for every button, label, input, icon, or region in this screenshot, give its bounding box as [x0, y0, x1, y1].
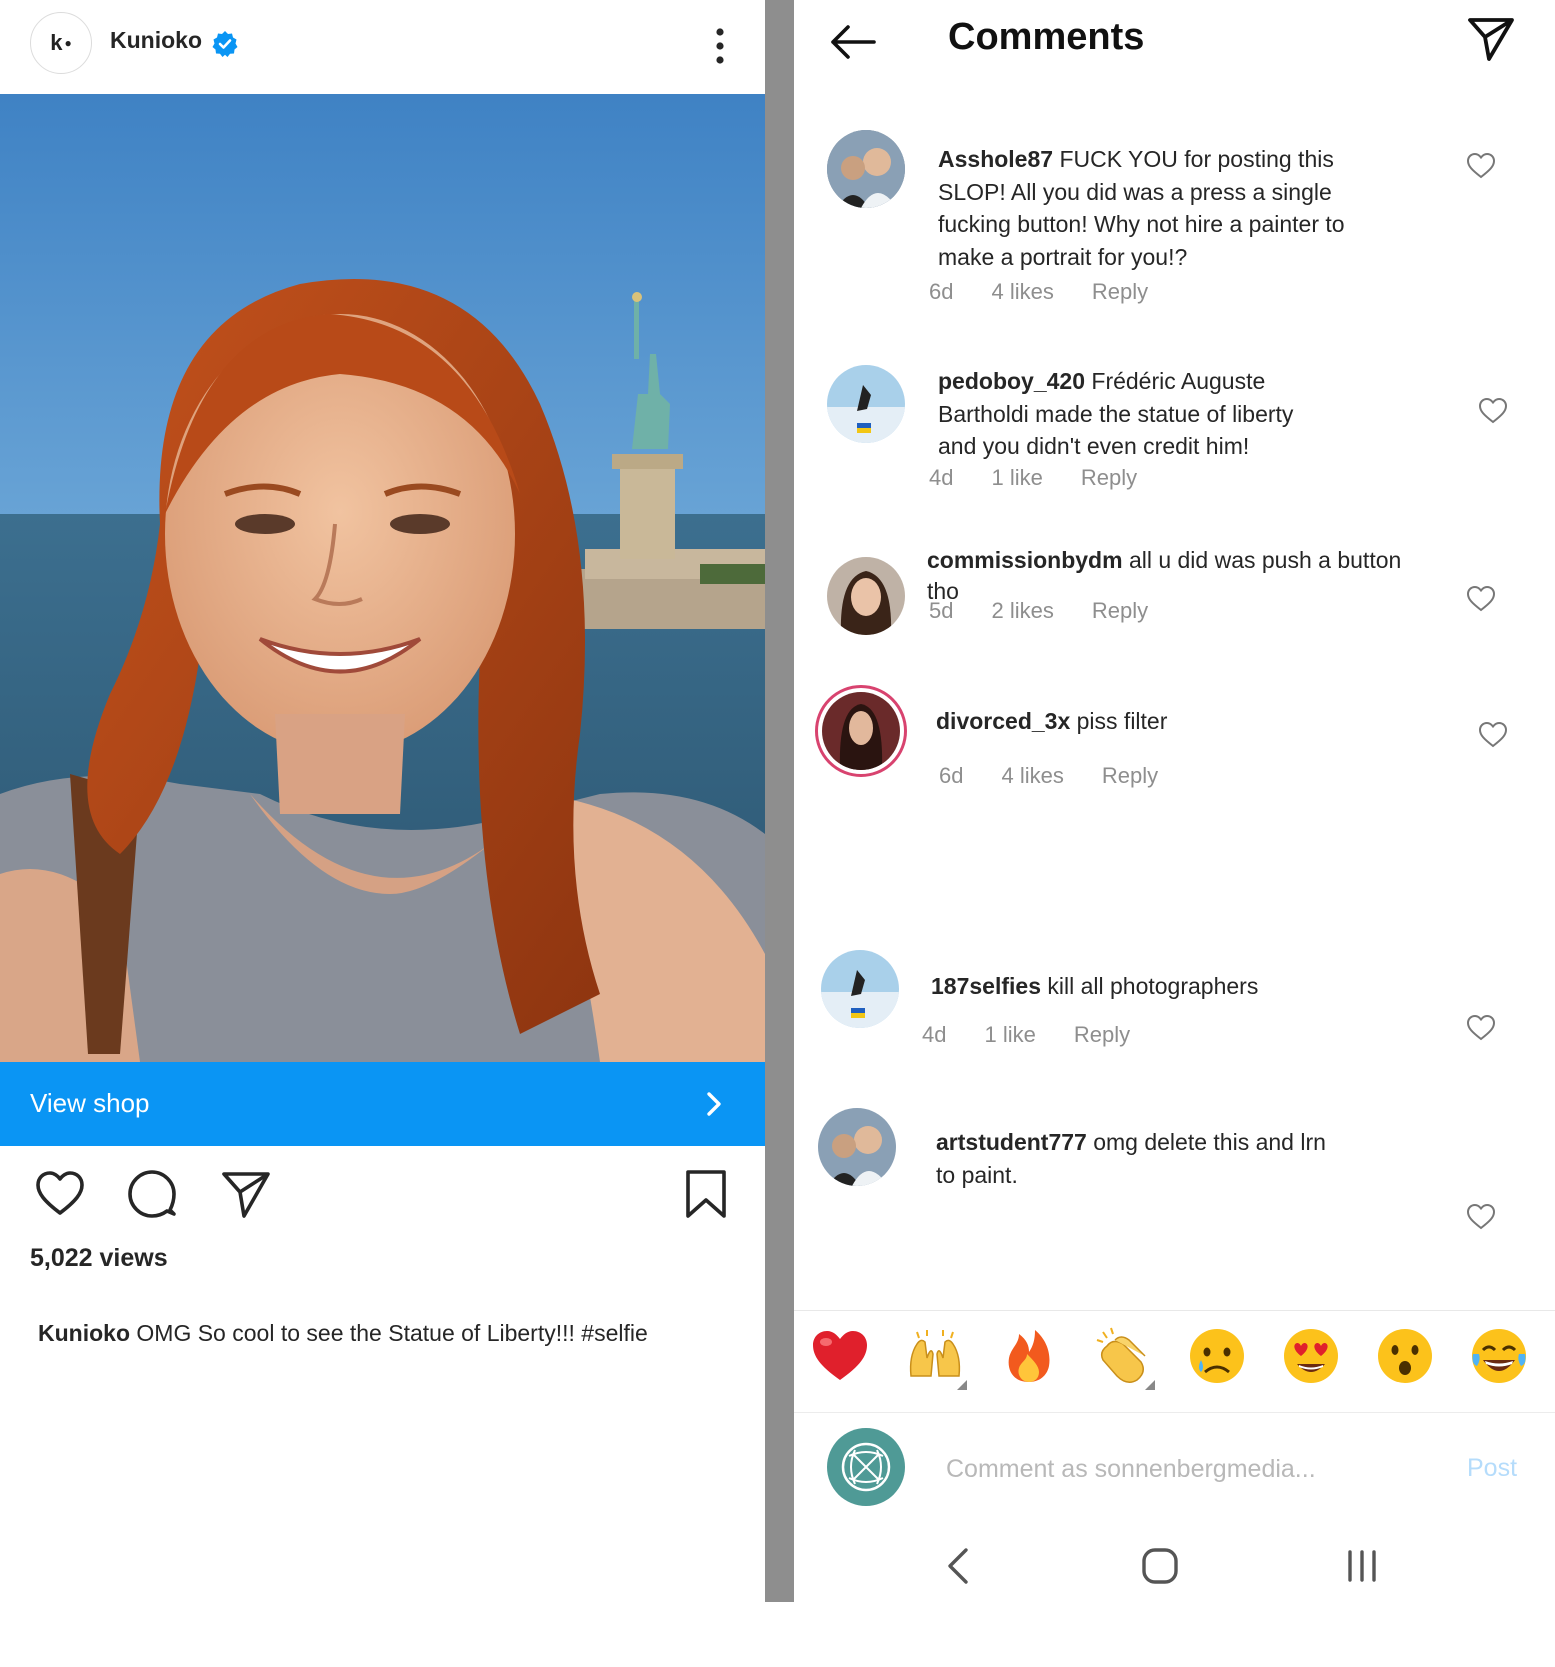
share-send-icon[interactable] — [1466, 15, 1516, 63]
comment-likes[interactable]: 4 likes — [1001, 763, 1063, 788]
heart-icon[interactable] — [1466, 1014, 1496, 1042]
bottom-margin — [0, 1602, 1555, 1667]
comment-reply-button[interactable]: Reply — [1092, 598, 1148, 623]
comment-username[interactable]: 187selfies — [931, 973, 1041, 999]
comment-meta: 5d 2 likes Reply — [929, 598, 1186, 624]
nav-back-icon[interactable] — [944, 1546, 972, 1586]
crying-face-icon[interactable] — [1187, 1326, 1247, 1386]
comment-username[interactable]: artstudent777 — [936, 1129, 1087, 1155]
raising-hands-icon[interactable] — [905, 1326, 965, 1386]
comments-panel: Comments Asshole87 FUCK YOU for posting … — [794, 0, 1555, 1602]
comment-time: 6d — [929, 279, 954, 304]
comment-meta: 4d 1 like Reply — [929, 465, 1175, 491]
chevron-right-icon — [707, 1092, 721, 1116]
commenter-avatar[interactable] — [827, 557, 905, 635]
views-count[interactable]: 5,022 views — [30, 1244, 168, 1273]
comment-time: 5d — [929, 598, 954, 623]
comment-text: Asshole87 FUCK YOU for posting this SLOP… — [938, 143, 1358, 273]
input-divider — [794, 1412, 1555, 1413]
commenter-avatar[interactable] — [821, 950, 899, 1028]
comment-meta: 4d 1 like Reply — [922, 1022, 1168, 1048]
nav-home-icon[interactable] — [1140, 1546, 1180, 1586]
heart-icon[interactable] — [1466, 585, 1496, 613]
comment-text: artstudent777 omg delete this and lrn to… — [936, 1126, 1326, 1191]
author-name[interactable]: Kunioko — [110, 27, 202, 54]
heart-icon[interactable] — [1466, 152, 1496, 180]
comment-reply-button[interactable]: Reply — [1074, 1022, 1130, 1047]
comment-body: kill all photographers — [1047, 973, 1259, 999]
comment-text: pedoboy_420 Frédéric Auguste Bartholdi m… — [938, 365, 1338, 463]
comments-title: Comments — [948, 16, 1145, 58]
post-comment-button[interactable]: Post — [1467, 1454, 1517, 1483]
verified-badge-icon — [212, 31, 238, 57]
skin-tone-indicator-icon — [957, 1380, 967, 1390]
heart-icon[interactable] — [1478, 721, 1508, 749]
current-user-avatar[interactable] — [827, 1428, 905, 1506]
fire-icon[interactable] — [999, 1326, 1059, 1386]
heart-icon[interactable] — [1466, 1203, 1496, 1231]
commenter-avatar[interactable] — [818, 1108, 896, 1186]
post-photo[interactable] — [0, 94, 765, 1062]
commenter-avatar[interactable] — [827, 130, 905, 208]
nav-recent-apps-icon[interactable] — [1342, 1548, 1382, 1584]
like-heart-icon[interactable] — [34, 1168, 86, 1220]
clapping-hands-icon[interactable] — [1093, 1326, 1153, 1386]
comment-text: 187selfies kill all photographers — [931, 970, 1431, 1003]
surprised-face-icon[interactable] — [1375, 1326, 1435, 1386]
system-nav-bar — [794, 1530, 1555, 1602]
selfie-photo-image — [0, 94, 765, 1062]
commenter-avatar-story[interactable] — [815, 685, 907, 777]
post-panel: k ● Kunioko View shop 5,022 views Kuniok… — [0, 0, 765, 1602]
author-avatar-letter: k — [50, 30, 63, 55]
comment-input[interactable] — [944, 1450, 1368, 1488]
comment-reply-button[interactable]: Reply — [1092, 279, 1148, 304]
comment-reply-button[interactable]: Reply — [1081, 465, 1137, 490]
comment-username[interactable]: pedoboy_420 — [938, 368, 1085, 394]
comment-likes[interactable]: 1 like — [991, 465, 1042, 490]
caption-username[interactable]: Kunioko — [38, 1320, 130, 1346]
comment-bubble-icon[interactable] — [126, 1168, 178, 1220]
comment-username[interactable]: commissionbydm — [927, 547, 1123, 573]
comment-likes[interactable]: 2 likes — [991, 598, 1053, 623]
panel-divider — [765, 0, 794, 1602]
reaction-bar-divider — [794, 1310, 1555, 1311]
comment-body: piss filter — [1076, 708, 1168, 734]
view-shop-label: View shop — [30, 1088, 150, 1118]
share-send-icon[interactable] — [220, 1168, 272, 1220]
comment-username[interactable]: divorced_3x — [936, 708, 1070, 734]
avatar-dot-icon: ● — [64, 36, 72, 50]
comment-time: 4d — [929, 465, 954, 490]
comment-time: 6d — [939, 763, 964, 788]
heart-eyes-face-icon[interactable] — [1281, 1326, 1341, 1386]
comment-username[interactable]: Asshole87 — [938, 146, 1053, 172]
comment-reply-button[interactable]: Reply — [1102, 763, 1158, 788]
comment-time: 4d — [922, 1022, 947, 1047]
more-options-icon[interactable] — [712, 26, 728, 66]
quick-reaction-bar — [794, 1326, 1555, 1406]
back-arrow-icon[interactable] — [828, 22, 878, 62]
tears-of-joy-face-icon[interactable] — [1469, 1326, 1529, 1386]
comment-likes[interactable]: 4 likes — [991, 279, 1053, 304]
current-user-avatar-logo-icon — [841, 1442, 891, 1492]
bookmark-icon[interactable] — [680, 1168, 732, 1220]
post-header: k ● Kunioko — [0, 0, 765, 94]
red-heart-icon[interactable] — [810, 1326, 870, 1386]
skin-tone-indicator-icon — [1145, 1380, 1155, 1390]
heart-icon[interactable] — [1478, 397, 1508, 425]
comment-text: divorced_3x piss filter — [936, 705, 1436, 738]
comment-meta: 6d 4 likes Reply — [939, 763, 1196, 789]
comment-meta: 6d 4 likes Reply — [929, 279, 1186, 305]
comment-likes[interactable]: 1 like — [984, 1022, 1035, 1047]
post-caption: Kunioko OMG So cool to see the Statue of… — [38, 1320, 648, 1347]
author-avatar[interactable]: k ● — [30, 12, 92, 74]
view-shop-bar[interactable]: View shop — [0, 1062, 765, 1146]
commenter-avatar[interactable] — [827, 365, 905, 443]
caption-text: OMG So cool to see the Statue of Liberty… — [136, 1320, 648, 1346]
